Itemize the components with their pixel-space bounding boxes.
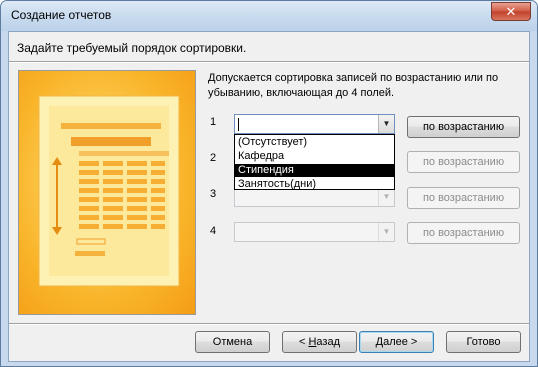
chevron-down-icon[interactable]: ▼: [378, 115, 394, 133]
description-line-2: убыванию, включающая до 4 полей.: [208, 87, 395, 99]
finish-button[interactable]: Готово: [446, 331, 521, 353]
title-bar: Создание отчетов ✕: [1, 1, 537, 31]
report-illustration-graphic: [19, 71, 195, 314]
wizard-body: Задайте требуемый порядок сортировки. До…: [8, 31, 530, 362]
dropdown-option-scholarship[interactable]: Стипендия: [235, 164, 394, 177]
chevron-down-icon[interactable]: ▼: [378, 223, 394, 241]
footer-divider: [9, 323, 529, 325]
dropdown-option-department[interactable]: Кафедра: [235, 150, 394, 163]
description-line-1: Допускается сортировка записей по возрас…: [208, 72, 499, 84]
back-button-rest: азад: [316, 336, 340, 348]
sort-row-2-number: 2: [210, 152, 217, 164]
sort-field-1-combobox[interactable]: ▼: [234, 114, 395, 134]
sort-description: Допускается сортировка записей по возрас…: [208, 71, 518, 101]
sort-row-4-number: 4: [210, 225, 217, 237]
next-button-mnemonic: Д: [375, 336, 384, 348]
sort-order-3-button[interactable]: по возрастанию: [407, 187, 520, 209]
step-heading: Задайте требуемый порядок сортировки.: [17, 41, 247, 55]
dropdown-option-none[interactable]: (Отсутствует): [235, 136, 394, 149]
close-button[interactable]: ✕: [491, 2, 531, 21]
cancel-button[interactable]: Отмена: [195, 331, 270, 353]
dropdown-option-workload[interactable]: Занятость(дни): [235, 178, 394, 191]
sort-field-dropdown-list: (Отсутствует) Кафедра Стипендия Занятост…: [234, 134, 395, 190]
sort-order-4-button[interactable]: по возрастанию: [407, 222, 520, 244]
next-button[interactable]: Далее >: [359, 331, 434, 353]
sort-order-2-button[interactable]: по возрастанию: [407, 151, 520, 173]
window-title: Создание отчетов: [11, 8, 112, 22]
text-caret: [238, 118, 239, 131]
sort-field-4-combobox[interactable]: ▼: [234, 222, 395, 242]
header-divider: [9, 61, 529, 63]
report-illustration: [18, 70, 196, 315]
next-button-rest: алее >: [383, 336, 418, 348]
report-wizard-window: Создание отчетов ✕ Задайте требуемый пор…: [0, 0, 538, 367]
sort-row-1-number: 1: [210, 116, 217, 128]
sort-order-1-button[interactable]: по возрастанию: [407, 116, 520, 138]
back-button[interactable]: < Назад: [282, 331, 357, 353]
sort-row-3-number: 3: [210, 188, 217, 200]
